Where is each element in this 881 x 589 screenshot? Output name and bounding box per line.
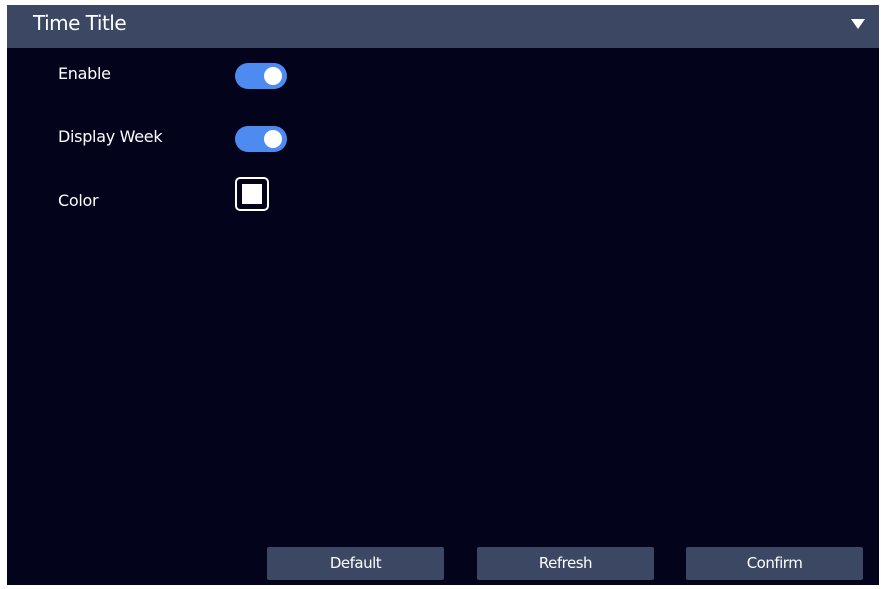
color-picker[interactable] [235,177,269,211]
enable-toggle[interactable] [235,63,287,89]
display-week-label: Display Week [58,127,163,146]
panel-header[interactable]: Time Title [7,5,879,48]
refresh-button[interactable]: Refresh [477,547,654,580]
enable-label: Enable [58,64,111,83]
color-label: Color [58,191,99,210]
toggle-knob [264,130,282,148]
color-swatch-fill [242,184,262,204]
confirm-button[interactable]: Confirm [686,547,863,580]
toggle-knob [264,67,282,85]
display-week-toggle[interactable] [235,126,287,152]
triangle-down-icon[interactable] [850,17,866,31]
time-title-panel: Time Title Enable Display Week Color Def… [7,5,879,585]
panel-title: Time Title [33,11,127,35]
default-button[interactable]: Default [267,547,444,580]
